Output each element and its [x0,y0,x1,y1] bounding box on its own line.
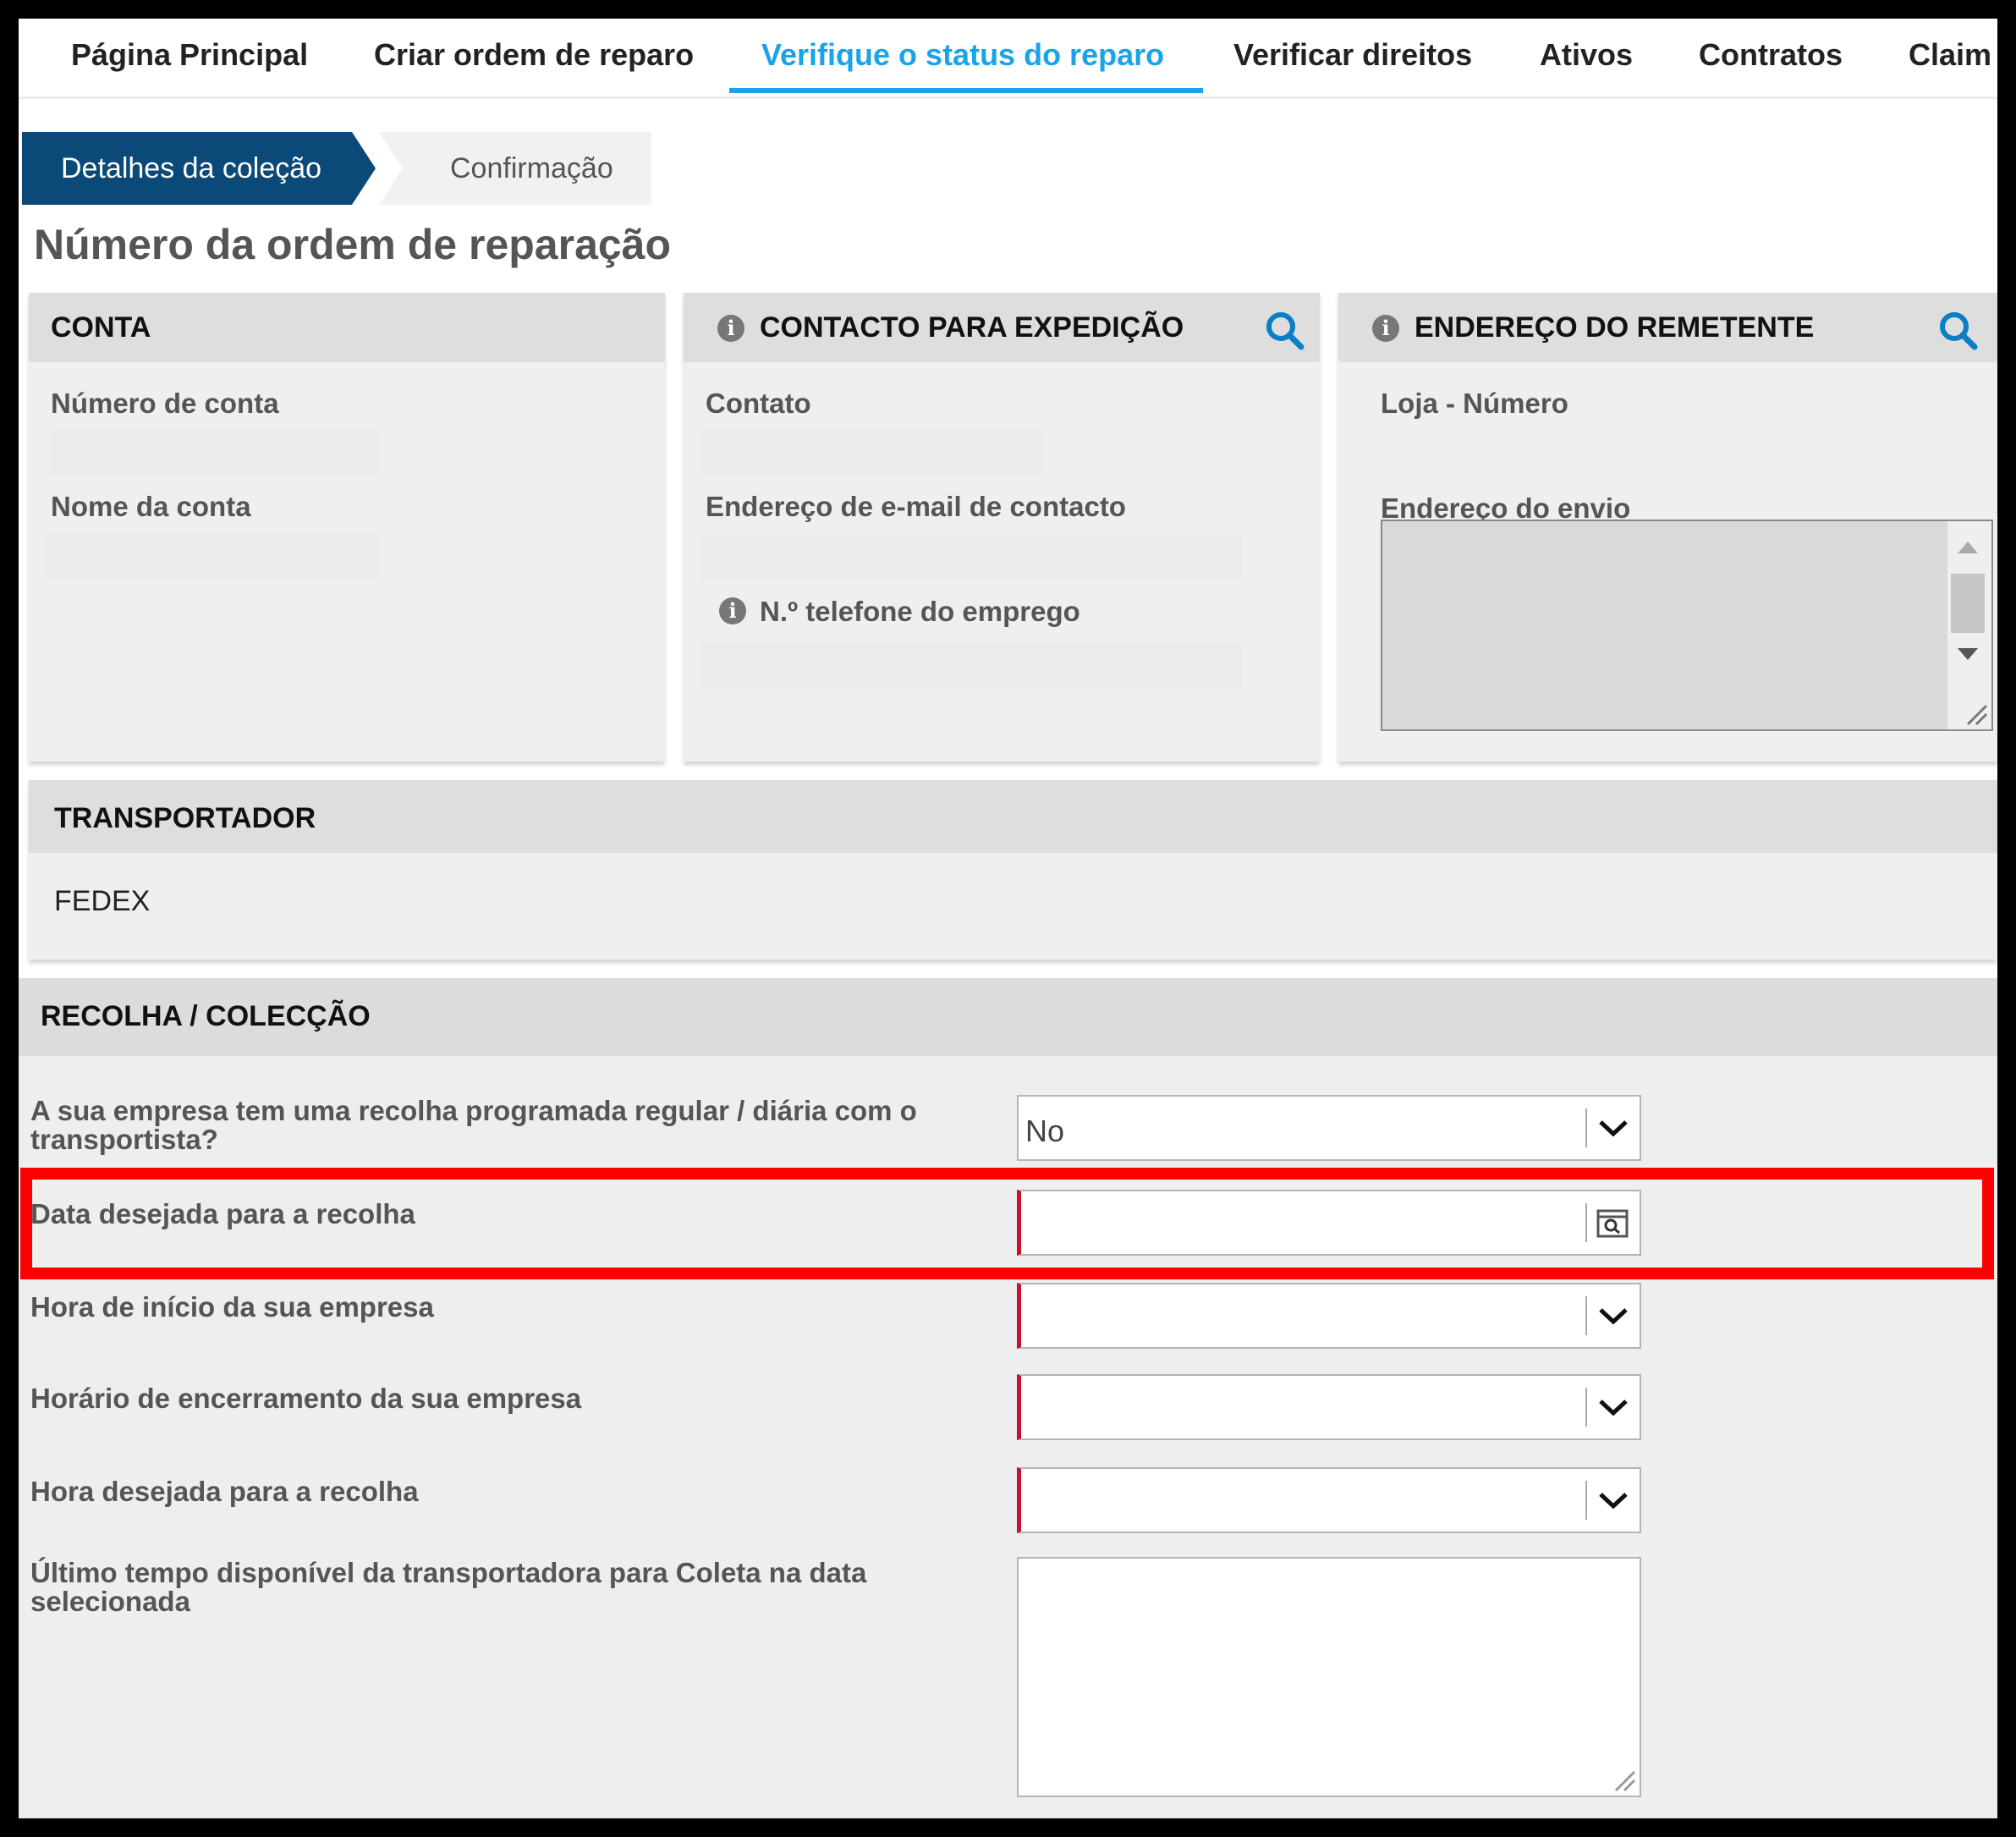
scrollbar[interactable] [1947,521,1991,729]
collection-section-title: RECOLHA / COLECÇÃO [41,1000,371,1032]
shipping-contact-panel-header: i CONTACTO PARA EXPEDIÇÃO [684,293,1320,362]
select-separator [1585,1481,1587,1520]
app-frame: Página Principal Criar ordem de reparo V… [19,19,1997,1818]
latest-carrier-time-label: Último tempo disponível da transportador… [30,1557,867,1617]
input-separator [1585,1203,1587,1242]
nav-check-repair-status[interactable]: Verifique o status do reparo [761,37,1164,73]
nav-contracts[interactable]: Contratos [1699,37,1843,73]
account-name-value [46,533,381,579]
phone-info-icon: i [719,597,746,624]
active-tab-underline [729,88,1203,93]
scheduled-pickup-value: No [1025,1114,1065,1148]
account-number-value [51,430,381,476]
pickup-date-label: Data desejada para a recolha [30,1198,415,1229]
chevron-down-icon[interactable] [1596,1389,1631,1425]
calendar-search-icon[interactable] [1596,1207,1629,1240]
account-panel-title: CONTA [51,311,151,344]
latest-carrier-time-textarea[interactable] [1017,1557,1641,1797]
chevron-down-icon[interactable] [1596,1110,1631,1146]
work-phone-label: N.º telefone do emprego [760,596,1080,627]
collection-section-body [19,1056,1997,1818]
chevron-down-icon[interactable] [1596,1482,1631,1518]
ship-address-textarea[interactable] [1381,520,1993,731]
search-icon[interactable] [1264,310,1306,352]
contact-value [700,430,1042,476]
carrier-panel-header: TRANSPORTADOR [29,780,1997,853]
contact-email-value [700,535,1242,580]
scrollbar-thumb[interactable] [1951,574,1985,633]
select-separator [1585,1108,1587,1147]
carrier-panel-title: TRANSPORTADOR [54,802,316,834]
resize-handle-icon[interactable] [1611,1767,1636,1792]
carrier-value: FEDEX [54,885,151,917]
carrier-panel: TRANSPORTADOR FEDEX [29,780,1997,960]
account-name-label: Nome da conta [51,491,251,522]
business-start-label: Hora de início da sua empresa [30,1291,434,1323]
sender-address-panel-title: ENDEREÇO DO REMETENTE [1414,311,1815,344]
store-number-label: Loja - Número [1381,388,1568,419]
scheduled-pickup-select[interactable]: No [1017,1095,1641,1161]
collection-section-header: RECOLHA / COLECÇÃO [19,978,1997,1056]
pickup-date-input[interactable] [1017,1190,1641,1256]
page-title: Número da ordem de reparação [34,221,672,268]
pickup-time-select[interactable] [1017,1467,1641,1533]
wizard-step-confirmation[interactable]: Confirmação [379,132,651,205]
pickup-time-label: Hora desejada para a recolha [30,1476,419,1507]
wizard-step-collection-details[interactable]: Detalhes da coleção [22,132,376,205]
select-separator [1585,1296,1587,1335]
nav-claim[interactable]: Claim [1909,37,1991,73]
search-icon[interactable] [1937,310,1980,352]
account-panel-header: CONTA [29,293,665,362]
info-icon: i [717,315,744,342]
business-close-select[interactable] [1017,1374,1641,1440]
nav-home[interactable]: Página Principal [71,37,308,73]
scroll-down-arrow-icon[interactable] [1956,646,1980,662]
nav-assets[interactable]: Ativos [1540,37,1633,73]
sender-address-panel-header: i ENDEREÇO DO REMETENTE [1338,293,1997,362]
contact-label: Contato [706,388,811,419]
nav-check-entitlements[interactable]: Verificar direitos [1233,37,1472,73]
resize-handle-icon[interactable] [1963,701,1988,726]
top-nav: Página Principal Criar ordem de reparo V… [19,19,1997,99]
scroll-up-arrow-icon[interactable] [1956,540,1980,555]
select-separator [1585,1388,1587,1427]
contact-email-label: Endereço de e-mail de contacto [706,491,1126,522]
shipping-contact-panel: i CONTACTO PARA EXPEDIÇÃO Contato Endere… [684,293,1320,762]
info-icon: i [1372,315,1399,342]
work-phone-value [700,643,1242,689]
business-start-select[interactable] [1017,1283,1641,1349]
chevron-down-icon[interactable] [1596,1298,1631,1334]
shipping-contact-panel-title: CONTACTO PARA EXPEDIÇÃO [760,311,1184,344]
scheduled-pickup-label: A sua empresa tem uma recolha programada… [30,1095,917,1155]
account-number-label: Número de conta [51,388,279,419]
nav-create-repair-order[interactable]: Criar ordem de reparo [374,37,694,73]
account-panel: CONTA Número de conta Nome da conta [29,293,665,762]
business-close-label: Horário de encerramento da sua empresa [30,1383,582,1414]
